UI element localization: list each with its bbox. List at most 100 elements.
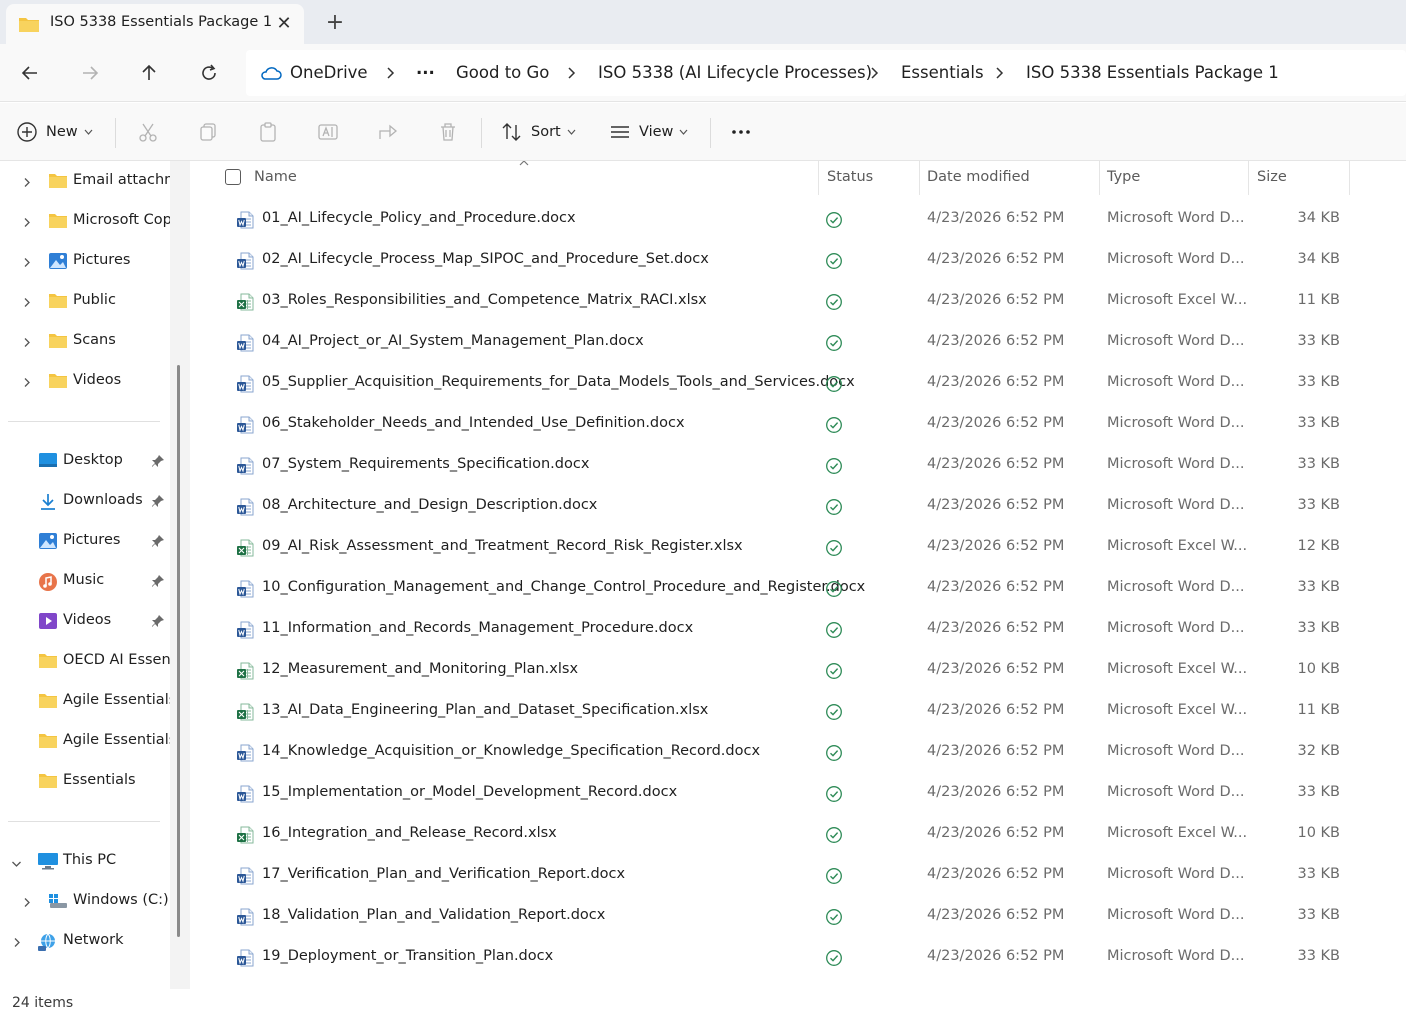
file-name[interactable]: 13_AI_Data_Engineering_Plan_and_Dataset_… — [262, 702, 708, 718]
breadcrumb-iso-5338[interactable]: ISO 5338 (AI Lifecycle Processes) — [598, 63, 872, 82]
quick-access-item[interactable]: Videos — [0, 603, 170, 639]
more-options-button[interactable] — [730, 103, 752, 161]
column-date-modified[interactable]: Date modified — [927, 169, 1030, 185]
quick-access-item[interactable]: OECD AI Essenti — [0, 643, 170, 679]
file-name[interactable]: 10_Configuration_Management_and_Change_C… — [262, 579, 865, 595]
delete-button[interactable] — [437, 103, 459, 161]
file-name[interactable]: 16_Integration_and_Release_Record.xlsx — [262, 825, 557, 841]
chevron-down-icon[interactable] — [11, 856, 22, 872]
file-name[interactable]: 06_Stakeholder_Needs_and_Intended_Use_De… — [262, 415, 685, 431]
file-name[interactable]: 15_Implementation_or_Model_Development_R… — [262, 784, 677, 800]
sidebar-tree-item[interactable]: Pictures — [0, 243, 170, 279]
sidebar-tree-item[interactable]: Videos — [0, 363, 170, 399]
file-name[interactable]: 05_Supplier_Acquisition_Requirements_for… — [262, 374, 855, 390]
quick-access-item[interactable]: Essentials — [0, 763, 170, 799]
sidebar-item-windows-drive[interactable]: Windows (C:) — [0, 883, 170, 919]
file-row[interactable]: 07_System_Requirements_Specification.doc… — [190, 445, 1406, 486]
new-tab-button[interactable]: + — [320, 8, 350, 38]
close-tab-icon[interactable]: ✕ — [270, 10, 298, 38]
sidebar-tree-item[interactable]: Microsoft Copi — [0, 203, 170, 239]
chevron-right-icon[interactable] — [23, 336, 31, 352]
quick-access-item[interactable]: Music — [0, 563, 170, 599]
file-row[interactable]: 18_Validation_Plan_and_Validation_Report… — [190, 896, 1406, 937]
file-row[interactable]: 05_Supplier_Acquisition_Requirements_for… — [190, 363, 1406, 404]
paste-button[interactable] — [257, 103, 279, 161]
sidebar-tree-item[interactable]: Scans — [0, 323, 170, 359]
chevron-right-icon[interactable] — [23, 256, 31, 272]
file-name[interactable]: 19_Deployment_or_Transition_Plan.docx — [262, 948, 553, 964]
sidebar-scroll-track[interactable] — [170, 161, 190, 989]
file-row[interactable]: 17_Verification_Plan_and_Verification_Re… — [190, 855, 1406, 896]
chevron-right-icon[interactable] — [23, 176, 31, 192]
forward-button[interactable] — [74, 57, 106, 89]
file-row[interactable]: 03_Roles_Responsibilities_and_Competence… — [190, 281, 1406, 322]
file-row[interactable]: 14_Knowledge_Acquisition_or_Knowledge_Sp… — [190, 732, 1406, 773]
file-row[interactable]: 16_Integration_and_Release_Record.xlsx 4/… — [190, 814, 1406, 855]
quick-access-item[interactable]: Agile Essentials — [0, 723, 170, 759]
file-row[interactable]: 19_Deployment_or_Transition_Plan.docx 4/2… — [190, 937, 1406, 978]
refresh-button[interactable] — [193, 57, 225, 89]
column-divider[interactable] — [818, 161, 819, 195]
breadcrumb-overflow[interactable]: ... — [416, 59, 435, 78]
file-name[interactable]: 12_Measurement_and_Monitoring_Plan.xlsx — [262, 661, 578, 677]
new-button[interactable]: New — [16, 103, 93, 161]
column-size[interactable]: Size — [1257, 169, 1287, 185]
column-divider[interactable] — [1099, 161, 1100, 195]
sidebar-tree-item[interactable]: Email attachm — [0, 163, 170, 199]
file-row[interactable]: 15_Implementation_or_Model_Development_R… — [190, 773, 1406, 814]
column-divider[interactable] — [1248, 161, 1249, 195]
file-row[interactable]: 01_AI_Lifecycle_Policy_and_Procedure.doc… — [190, 199, 1406, 240]
up-button[interactable] — [133, 57, 165, 89]
file-name[interactable]: 18_Validation_Plan_and_Validation_Report… — [262, 907, 605, 923]
column-status[interactable]: Status — [827, 169, 873, 185]
file-name[interactable]: 17_Verification_Plan_and_Verification_Re… — [262, 866, 625, 882]
column-type[interactable]: Type — [1107, 169, 1140, 185]
column-divider[interactable] — [1349, 161, 1350, 195]
sidebar-tree-item[interactable]: Public — [0, 283, 170, 319]
file-row[interactable]: 04_AI_Project_or_AI_System_Management_Pl… — [190, 322, 1406, 363]
sidebar-item-network[interactable]: Network — [0, 923, 170, 959]
file-row[interactable]: 02_AI_Lifecycle_Process_Map_SIPOC_and_Pr… — [190, 240, 1406, 281]
column-divider[interactable] — [919, 161, 920, 195]
view-button[interactable]: View — [609, 103, 688, 161]
breadcrumb-essentials[interactable]: Essentials — [901, 63, 984, 82]
column-name[interactable]: Name — [254, 169, 297, 185]
file-row[interactable]: 13_AI_Data_Engineering_Plan_and_Dataset_… — [190, 691, 1406, 732]
address-bar[interactable]: OneDrive ... Good to Go ISO 5338 (AI Lif… — [246, 50, 1406, 96]
breadcrumb-good-to-go[interactable]: Good to Go — [456, 63, 549, 82]
share-button[interactable] — [377, 103, 399, 161]
chevron-right-icon[interactable] — [23, 296, 31, 312]
back-button[interactable] — [14, 57, 46, 89]
sidebar-scrollbar[interactable] — [177, 365, 180, 937]
quick-access-item[interactable]: Pictures — [0, 523, 170, 559]
sort-button[interactable]: Sort — [501, 103, 576, 161]
copy-button[interactable] — [197, 103, 219, 161]
sidebar-item-this-pc[interactable]: This PC — [0, 843, 170, 879]
file-row[interactable]: 11_Information_and_Records_Management_Pr… — [190, 609, 1406, 650]
file-row[interactable]: 06_Stakeholder_Needs_and_Intended_Use_De… — [190, 404, 1406, 445]
chevron-right-icon[interactable] — [23, 896, 31, 912]
quick-access-item[interactable]: Downloads — [0, 483, 170, 519]
file-row[interactable]: 09_AI_Risk_Assessment_and_Treatment_Reco… — [190, 527, 1406, 568]
file-name[interactable]: 11_Information_and_Records_Management_Pr… — [262, 620, 693, 636]
cut-button[interactable] — [137, 103, 159, 161]
file-name[interactable]: 01_AI_Lifecycle_Policy_and_Procedure.doc… — [262, 210, 576, 226]
quick-access-item[interactable]: Desktop — [0, 443, 170, 479]
rename-button[interactable] — [317, 103, 339, 161]
tab-active[interactable]: ISO 5338 Essentials Package 1 ✕ — [6, 4, 304, 44]
file-row[interactable]: 08_Architecture_and_Design_Description.d… — [190, 486, 1406, 527]
file-row[interactable]: 10_Configuration_Management_and_Change_C… — [190, 568, 1406, 609]
file-name[interactable]: 07_System_Requirements_Specification.doc… — [262, 456, 589, 472]
select-all-checkbox[interactable] — [225, 169, 241, 185]
file-row[interactable]: 12_Measurement_and_Monitoring_Plan.xlsx 4… — [190, 650, 1406, 691]
file-name[interactable]: 09_AI_Risk_Assessment_and_Treatment_Reco… — [262, 538, 743, 554]
file-name[interactable]: 03_Roles_Responsibilities_and_Competence… — [262, 292, 707, 308]
file-name[interactable]: 02_AI_Lifecycle_Process_Map_SIPOC_and_Pr… — [262, 251, 709, 267]
chevron-right-icon[interactable] — [23, 216, 31, 232]
file-name[interactable]: 08_Architecture_and_Design_Description.d… — [262, 497, 597, 513]
file-name[interactable]: 14_Knowledge_Acquisition_or_Knowledge_Sp… — [262, 743, 760, 759]
quick-access-item[interactable]: Agile Essentials — [0, 683, 170, 719]
chevron-right-icon[interactable] — [13, 936, 21, 952]
breadcrumb-onedrive[interactable]: OneDrive — [290, 63, 368, 82]
breadcrumb-current[interactable]: ISO 5338 Essentials Package 1 — [1026, 63, 1279, 82]
